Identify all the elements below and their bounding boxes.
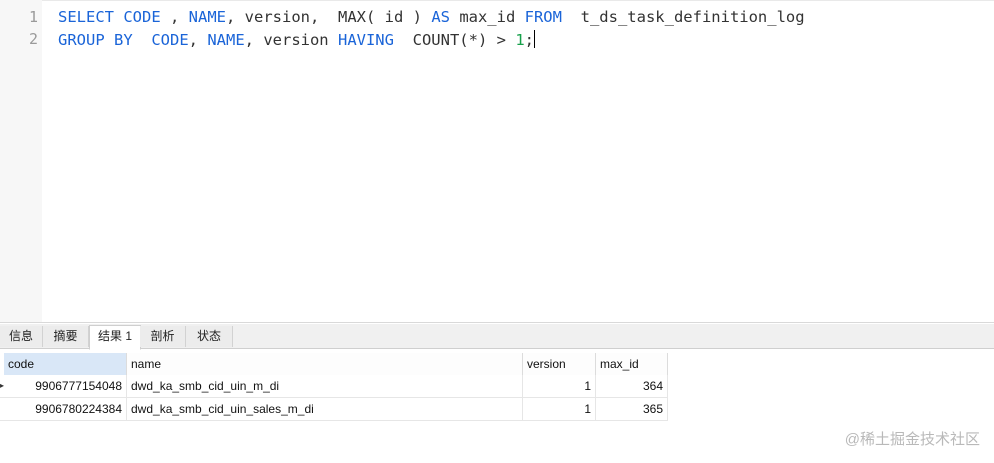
tab-summary[interactable]: 摘要 xyxy=(43,326,89,347)
column-header-name[interactable]: name xyxy=(127,353,523,375)
line-number-gutter: 1 2 xyxy=(0,0,42,322)
column-header-max-id[interactable]: max_id xyxy=(596,353,668,375)
sql-text: , xyxy=(188,31,208,49)
watermark: @稀土掘金技术社区 xyxy=(844,431,980,448)
result-tabs: 信息 摘要 结果 1 剖析 状态 xyxy=(0,324,994,350)
cell-max-id[interactable]: 365 xyxy=(596,398,668,420)
column-header-code[interactable]: code xyxy=(4,353,127,375)
keyword-from: FROM xyxy=(524,8,562,26)
sql-text: max_id xyxy=(449,8,525,26)
sql-text: COUNT(*) > xyxy=(393,31,516,49)
keyword-as: AS xyxy=(431,8,450,26)
sql-text: , version xyxy=(244,31,338,49)
cell-max-id[interactable]: 364 xyxy=(596,375,668,397)
editor-top-border xyxy=(42,0,994,7)
column-header-version[interactable]: version xyxy=(523,353,596,375)
sql-editor[interactable]: 1 2 SELECT CODE , NAME, version, MAX( id… xyxy=(0,0,994,322)
table-row[interactable]: ▸ 9906777154048 dwd_ka_smb_cid_uin_m_di … xyxy=(0,375,668,398)
cell-code[interactable]: 9906777154048 xyxy=(4,375,127,397)
cell-name[interactable]: dwd_ka_smb_cid_uin_sales_m_di xyxy=(127,398,523,420)
tab-result-1[interactable]: 结果 1 xyxy=(89,325,141,350)
sql-text: , xyxy=(160,8,189,26)
keyword-code: CODE xyxy=(123,8,161,26)
keyword-having: HAVING xyxy=(337,31,394,49)
tab-profile[interactable]: 剖析 xyxy=(140,326,186,347)
table-name: t_ds_task_definition_log xyxy=(561,8,805,26)
tab-status[interactable]: 状态 xyxy=(186,326,233,347)
keyword-name: NAME xyxy=(188,8,226,26)
keyword-select: SELECT xyxy=(58,8,114,26)
sql-line-2[interactable]: GROUP BY CODE, NAME, version HAVING COUN… xyxy=(58,30,535,49)
sql-line-1[interactable]: SELECT CODE , NAME, version, MAX( id ) A… xyxy=(58,8,805,26)
table-row[interactable]: 9906780224384 dwd_ka_smb_cid_uin_sales_m… xyxy=(0,398,668,421)
number-literal: 1 xyxy=(515,31,525,49)
text-caret xyxy=(534,30,535,48)
cell-version[interactable]: 1 xyxy=(523,398,596,420)
keyword-code: CODE xyxy=(151,31,189,49)
line-number: 2 xyxy=(28,30,38,48)
keyword-group-by: GROUP BY xyxy=(58,31,133,49)
sql-text: , version, MAX( id ) xyxy=(226,8,432,26)
tab-info[interactable]: 信息 xyxy=(0,326,43,347)
cell-version[interactable]: 1 xyxy=(523,375,596,397)
sql-text: ; xyxy=(524,31,534,49)
keyword-name: NAME xyxy=(207,31,245,49)
cell-code[interactable]: 9906780224384 xyxy=(4,398,127,420)
panel-splitter[interactable] xyxy=(0,322,994,323)
line-number: 1 xyxy=(28,8,38,26)
cell-name[interactable]: dwd_ka_smb_cid_uin_m_di xyxy=(127,375,523,397)
